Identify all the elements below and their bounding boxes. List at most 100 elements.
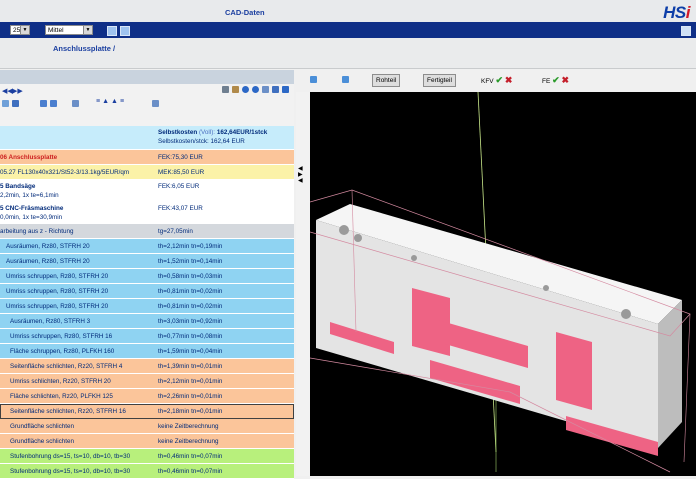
grid-icon[interactable]: [120, 26, 130, 36]
move-icon[interactable]: [40, 100, 47, 107]
time-cell: th=0,58min tn=0,03min: [158, 273, 223, 280]
time-cell: MEK:85,50 EUR: [158, 169, 205, 176]
fe-toggle[interactable]: FE ✔ ✖: [542, 74, 569, 88]
stack-icon[interactable]: [72, 100, 79, 107]
operation-cell: Umriss schruppen, Rz80, STFRH 16: [0, 329, 166, 343]
operation-detail: 2,2min, 1x te=6,1min: [0, 192, 59, 199]
align-icon[interactable]: [50, 100, 57, 107]
export-icon[interactable]: [262, 86, 269, 93]
list-icon[interactable]: [2, 100, 9, 107]
time-cell: FEK:75,30 EUR: [158, 154, 203, 161]
process-table: Selbstkosten (Voll): 162,64EUR/1stck Sel…: [0, 126, 294, 479]
fertigteil-button[interactable]: Fertigteil: [423, 74, 456, 87]
rohteil-button[interactable]: Rohteil: [372, 74, 401, 87]
operation-label: Fläche schlichten, Rz20, PLFKH 125: [10, 393, 113, 400]
print-icon[interactable]: [222, 86, 229, 93]
check-icon[interactable]: ✔: [495, 75, 503, 85]
table-row[interactable]: Umriss schruppen, Rz80, STFRH 16 th=0,77m…: [0, 329, 294, 344]
check-icon[interactable]: ✔: [552, 75, 560, 85]
time-cell: th=1,59min tn=0,04min: [158, 348, 223, 355]
time-cell: FEK:43,07 EUR: [158, 205, 203, 212]
chevron-down-icon: ▼: [20, 26, 29, 34]
table-row[interactable]: arbeitung aus z - Richtung tg=27,05min: [0, 224, 294, 239]
time-cell: th=0,81min tn=0,02min: [158, 303, 223, 310]
cad-viewer: Rohteil Fertigteil KFV ✔ ✖ FE ✔ ✖ ◀ ▶ ◀: [296, 70, 696, 476]
sort-icon[interactable]: ≡▲▲≡: [96, 98, 126, 105]
operation-cell: Ausräumen, Rz80, STFRH 3: [0, 314, 166, 328]
bore-hole: [354, 234, 362, 242]
table-row[interactable]: Ausräumen, Rz80, STFRH 3 th=3,03min tn=0,…: [0, 314, 294, 329]
table-row[interactable]: Fläche schruppen, Rz80, PLFKH 160 th=1,59…: [0, 344, 294, 359]
table-row[interactable]: Grundfläche schlichten keine Zeitberechnu…: [0, 434, 294, 449]
quality-select[interactable]: Mittel ▼: [45, 25, 93, 35]
main-toolbar: 25 ▼ Mittel ▼: [0, 22, 696, 38]
settings-icon[interactable]: [152, 100, 159, 107]
operation-cell: Fläche schruppen, Rz80, PLFKH 160: [0, 344, 166, 358]
cost-summary-row: Selbstkosten (Voll): 162,64EUR/1stck Sel…: [0, 126, 294, 150]
table-row[interactable]: Stufenbohrung ds=15, ts=10, db=10, tb=30…: [0, 449, 294, 464]
zoom-icon[interactable]: [310, 76, 317, 83]
table-row[interactable]: Umriss schruppen, Rz80, STFRH 20 th=0,81m…: [0, 284, 294, 299]
cross-icon[interactable]: ✖: [561, 75, 569, 85]
table-row[interactable]: 5 CNC-Fräsmaschine 0,0min, 1x te=30,9min F…: [0, 202, 294, 224]
operation-label: Fläche schruppen, Rz80, PLFKH 160: [10, 348, 115, 355]
settings-icon[interactable]: [681, 26, 691, 36]
view-icon[interactable]: [342, 76, 349, 83]
close-icon[interactable]: [282, 86, 289, 93]
help-icon[interactable]: [252, 86, 259, 93]
info-icon[interactable]: [242, 86, 249, 93]
operation-label: Grundfläche schlichten: [10, 438, 75, 445]
last-icon[interactable]: ▶▶: [12, 87, 23, 95]
panel-collapse-arrows[interactable]: ◀ ▶ ◀: [298, 166, 306, 184]
operation-cell: Umriss schruppen, Rz80, STFRH 20: [0, 284, 162, 298]
windows-icon[interactable]: [107, 26, 117, 36]
cost-value: 162,64EUR/1stck: [216, 129, 268, 136]
operation-label: Stufenbohrung ds=15, ts=10, db=10, tb=30: [10, 468, 131, 475]
table-row[interactable]: Seitenfläche schlichten, Rz20, STFRH 16 t…: [0, 404, 294, 419]
operation-label: Ausräumen, Rz80, STFRH 20: [6, 243, 90, 250]
operation-label: Ausräumen, Rz80, STFRH 20: [6, 258, 90, 265]
table-row[interactable]: Umriss schlichten, Rz20, STFRH 20 th=2,12…: [0, 374, 294, 389]
table-row[interactable]: Umriss schruppen, Rz80, STFRH 20 th=0,58m…: [0, 269, 294, 284]
time-cell: th=1,52min tn=0,14min: [158, 258, 223, 265]
breadcrumb-label[interactable]: Anschlussplatte /: [53, 44, 115, 53]
operation-cell: Grundfläche schlichten: [0, 419, 166, 433]
time-cell: keine Zeitberechnung: [158, 423, 219, 430]
operation-label: 5 CNC-Fräsmaschine: [0, 205, 64, 212]
user-icon[interactable]: [232, 86, 239, 93]
part-model: [309, 91, 691, 473]
process-rows: 06 Anschlussplatte FEK:75,30 EUR 05.27 FL1…: [0, 150, 294, 479]
process-panel: ◀◀ ▶▶ ≡▲▲≡ Selbstkosten (Voll): 162,64EU…: [0, 70, 294, 479]
table-row[interactable]: Ausräumen, Rz80, STFRH 20 th=2,12min tn=0…: [0, 239, 294, 254]
table-row[interactable]: 05.27 FL130x40x321/St52-3/13.1kg/5EUR/qm…: [0, 165, 294, 180]
time-cell: th=2,26min tn=0,01min: [158, 393, 223, 400]
table-row[interactable]: Grundfläche schlichten keine Zeitberechnu…: [0, 419, 294, 434]
table-row[interactable]: Fläche schlichten, Rz20, PLFKH 125 th=2,2…: [0, 389, 294, 404]
pocket-right: [556, 332, 592, 410]
breadcrumb: Anschlussplatte /: [0, 38, 696, 69]
operation-cell: 05.27 FL130x40x321/St52-3/13.1kg/5EUR/qm: [0, 165, 156, 179]
size-select[interactable]: 25 ▼: [10, 25, 30, 35]
operation-label: Seitenfläche schlichten, Rz20, STFRH 16: [10, 408, 126, 415]
time-cell: th=0,46min tn=0,07min: [158, 453, 223, 460]
table-row[interactable]: Umriss schruppen, Rz80, STFRH 20 th=0,81m…: [0, 299, 294, 314]
cost-summary: Selbstkosten (Voll): 162,64EUR/1stck Sel…: [158, 126, 292, 149]
table-row[interactable]: 06 Anschlussplatte FEK:75,30 EUR: [0, 150, 294, 165]
operation-cell: Stufenbohrung ds=15, ts=10, db=10, tb=30: [0, 449, 166, 463]
table-row[interactable]: Seitenfläche schlichten, Rz20, STFRH 4 th…: [0, 359, 294, 374]
table-row[interactable]: Ausräumen, Rz80, STFRH 20 th=1,52min tn=0…: [0, 254, 294, 269]
fe-label: FE: [542, 78, 551, 85]
window-icon[interactable]: [272, 86, 279, 93]
table-row[interactable]: Stufenbohrung ds=15, ts=10, db=10, tb=30…: [0, 464, 294, 479]
kfv-toggle[interactable]: KFV ✔ ✖: [481, 74, 512, 88]
bore-hole: [621, 309, 631, 319]
table-row[interactable]: 5 Bandsäge 2,2min, 1x te=6,1min FEK:6,05 E…: [0, 180, 294, 202]
cost-type: (Voll):: [198, 129, 216, 136]
3d-viewport[interactable]: [309, 91, 696, 476]
time-cell: th=2,18min tn=0,01min: [158, 408, 223, 415]
operation-label: Umriss schruppen, Rz80, STFRH 20: [6, 288, 109, 295]
operation-cell: 5 CNC-Fräsmaschine 0,0min, 1x te=30,9min: [0, 202, 156, 223]
tree-icon[interactable]: [12, 100, 19, 107]
time-cell: tg=27,05min: [158, 228, 193, 235]
cross-icon[interactable]: ✖: [505, 75, 513, 85]
